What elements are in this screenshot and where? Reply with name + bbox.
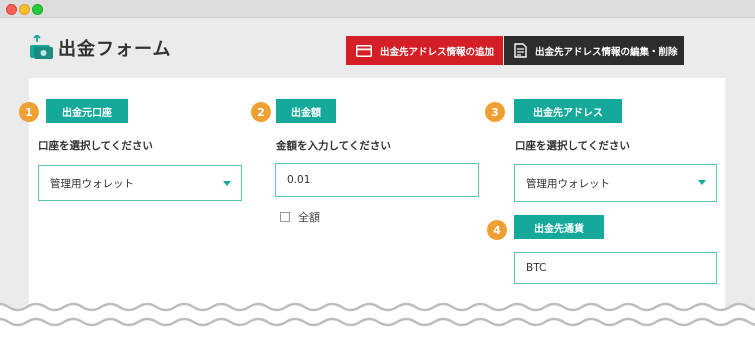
amount-tag: 出金額: [276, 99, 336, 123]
chevron-down-icon: [223, 181, 231, 186]
source-account-select[interactable]: 管理用ウォレット: [38, 165, 242, 201]
edit-address-label: 出金先アドレス情報の編集・削除: [535, 46, 678, 58]
close-window-icon[interactable]: [6, 4, 17, 15]
card-icon: [356, 44, 372, 57]
step-3-badge: 3: [485, 102, 505, 122]
minimize-window-icon[interactable]: [19, 4, 30, 15]
page-title: 出金フォーム: [58, 39, 172, 60]
add-address-label: 出金先アドレス情報の追加: [380, 46, 495, 58]
step-2-badge: 2: [251, 102, 271, 122]
destination-address-label: 口座を選択してください: [515, 140, 630, 152]
destination-currency-input[interactable]: BTC: [514, 252, 717, 284]
all-amount-option[interactable]: 全額: [280, 209, 320, 225]
source-account-tag: 出金元口座: [46, 99, 128, 123]
maximize-window-icon[interactable]: [32, 4, 43, 15]
destination-currency-tag: 出金先通貨: [514, 215, 604, 239]
step-1-badge: 1: [19, 102, 39, 122]
source-account-value: 管理用ウォレット: [50, 177, 134, 190]
chevron-down-icon: [698, 180, 706, 185]
page-title-group: 出金フォーム: [28, 34, 171, 62]
torn-edge-divider: [0, 302, 755, 340]
money-withdraw-icon: [30, 35, 53, 59]
destination-currency-value: BTC: [526, 262, 547, 274]
all-amount-checkbox[interactable]: [280, 212, 290, 222]
amount-value: 0.01: [287, 174, 311, 186]
destination-address-select[interactable]: 管理用ウォレット: [514, 164, 717, 202]
document-edit-icon: [514, 43, 527, 58]
amount-label: 金額を入力してください: [276, 140, 391, 152]
page-header: 出金フォーム 出金先アドレス情報の追加 出金先アドレス情報の編集・削除: [0, 18, 755, 78]
edit-address-button[interactable]: 出金先アドレス情報の編集・削除: [504, 36, 684, 65]
step-4-badge: 4: [487, 220, 507, 240]
all-amount-label: 全額: [298, 211, 320, 224]
source-account-label: 口座を選択してください: [38, 140, 153, 152]
destination-address-value: 管理用ウォレット: [526, 177, 610, 190]
app-window: 出金フォーム 出金先アドレス情報の追加 出金先アドレス情報の編集・削除 1 出金…: [0, 0, 755, 340]
destination-address-tag: 出金先アドレス: [514, 99, 622, 123]
amount-input[interactable]: 0.01: [275, 163, 479, 197]
window-titlebar: [0, 0, 755, 18]
add-address-button[interactable]: 出金先アドレス情報の追加: [346, 36, 503, 65]
